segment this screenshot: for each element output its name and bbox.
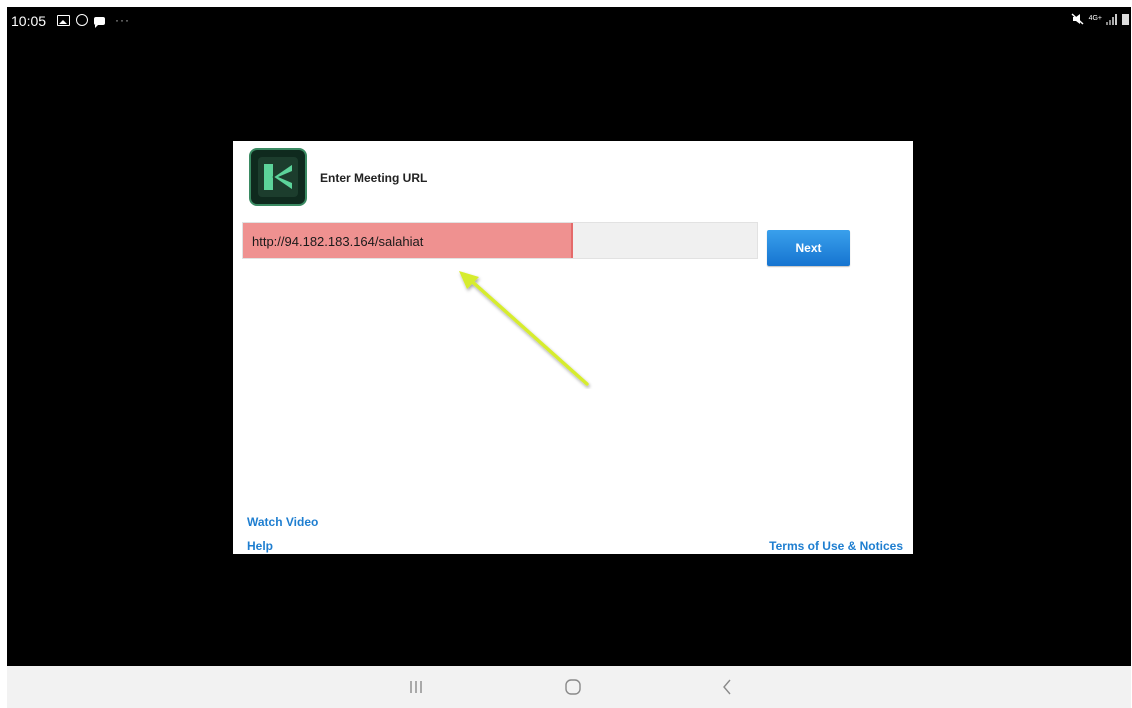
battery-icon: [1122, 13, 1129, 25]
network-label: 4G+: [1088, 15, 1102, 22]
meeting-url-input[interactable]: http://94.182.183.164/salahiat: [242, 222, 758, 259]
app-logo-icon: [249, 148, 307, 206]
status-bar: 10:05 ··· 4G+: [7, 7, 1131, 33]
meeting-url-value: http://94.182.183.164/salahiat: [252, 234, 424, 249]
recents-icon[interactable]: [409, 680, 423, 699]
signal-icon: [1106, 13, 1118, 25]
status-notification-icons: ···: [57, 13, 130, 28]
next-button[interactable]: Next: [767, 230, 850, 266]
home-icon[interactable]: [564, 678, 582, 701]
navigation-bar: [7, 666, 1131, 708]
chat-icon: [94, 16, 105, 28]
back-icon[interactable]: [721, 678, 733, 701]
screen: 10:05 ··· 4G+ Enter Meeting URL http://9…: [7, 7, 1131, 666]
more-notifications: ···: [115, 13, 130, 27]
annotation-arrow-icon: [459, 271, 589, 386]
help-link[interactable]: Help: [247, 539, 273, 553]
status-time: 10:05: [11, 13, 47, 29]
meeting-url-dialog: Enter Meeting URL http://94.182.183.164/…: [233, 141, 913, 554]
mute-icon: [1071, 13, 1085, 25]
terms-link[interactable]: Terms of Use & Notices: [769, 539, 903, 553]
whatsapp-icon: [76, 14, 88, 26]
dialog-title: Enter Meeting URL: [320, 171, 428, 185]
gallery-icon: [57, 14, 70, 26]
watch-video-link[interactable]: Watch Video: [247, 515, 318, 529]
status-system-icons: 4G+: [1071, 13, 1129, 25]
